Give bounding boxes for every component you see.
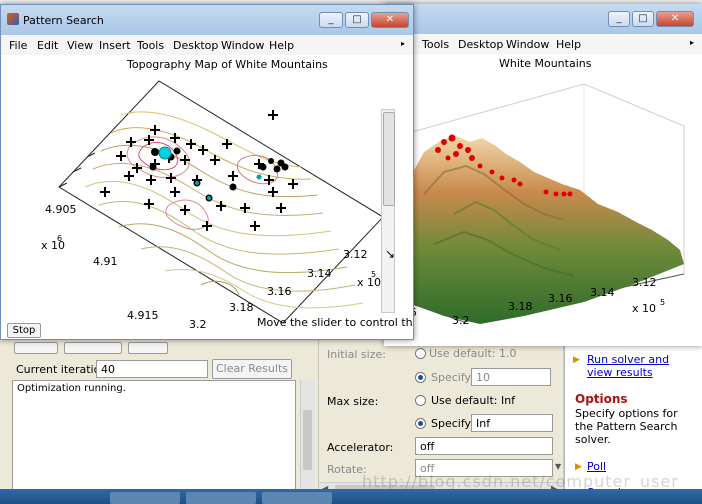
initial-specify-radio[interactable]	[415, 372, 426, 383]
stop-button[interactable]: Stop	[7, 323, 41, 338]
x-tick-label: 4.915	[127, 309, 159, 322]
pattern-search-window: Pattern Search _ □ ✕ File Edit View Inse…	[0, 4, 414, 340]
menu-dock-icon[interactable]: ▸	[401, 39, 405, 48]
menu-edit[interactable]: Edit	[37, 39, 58, 52]
x-tick-label: 3.2	[452, 314, 470, 327]
y-tick-label: 3.14	[307, 267, 332, 280]
chevron-down-icon[interactable]: ▼	[555, 462, 561, 471]
title-bar[interactable]: _ □ ✕	[384, 4, 702, 34]
menu-bar: File Edit View Insert Tools Desktop Wind…	[1, 35, 413, 56]
options-heading: Options	[575, 392, 628, 406]
status-text: Optimization running.	[17, 383, 126, 394]
title-bar[interactable]: Pattern Search _ □ ✕	[1, 5, 413, 35]
poll-arrow-icon: ▶	[575, 462, 582, 472]
pause-button-partial[interactable]	[64, 342, 122, 354]
menu-dock-icon[interactable]: ▸	[690, 38, 694, 47]
menu-view[interactable]: View	[67, 39, 93, 52]
maximize-icon[interactable]: □	[345, 12, 369, 28]
y-tick-label: 3.2	[189, 318, 207, 331]
initial-specify-field[interactable]: 10	[471, 368, 551, 386]
stop-button-partial[interactable]	[128, 342, 168, 354]
menu-bar: Tools Desktop Window Help ▸	[384, 34, 702, 55]
plot-title: Topography Map of White Mountains	[126, 58, 328, 71]
y-tick-label: 3.18	[229, 301, 254, 314]
current-point-marker	[158, 146, 172, 160]
speed-slider-thumb[interactable]	[383, 112, 395, 206]
menu-file[interactable]: File	[9, 39, 27, 52]
max-default-radio[interactable]	[415, 395, 426, 406]
menu-window[interactable]: Window	[221, 39, 264, 52]
initial-default-radio[interactable]	[415, 348, 426, 359]
menu-insert[interactable]: Insert	[99, 39, 131, 52]
y-tick-label: 3.12	[343, 248, 368, 261]
optimization-tool-panel: Current iteration: 40 Clear Results Opti…	[0, 340, 702, 504]
x-exponent-power: 5	[660, 298, 665, 307]
initial-specify-label: Specify:	[431, 371, 474, 384]
status-scrollbar[interactable]	[300, 380, 315, 500]
x-tick-label: 3.18	[508, 300, 533, 313]
y-exponent-power: 5	[371, 270, 376, 279]
x-exponent-base: x 10	[632, 302, 656, 315]
rotate-label: Rotate:	[327, 463, 367, 476]
menu-tools[interactable]: Tools	[137, 39, 164, 52]
accelerator-label: Accelerator:	[327, 441, 394, 454]
clear-results-button[interactable]: Clear Results	[212, 359, 292, 379]
maximize-icon[interactable]: □	[632, 11, 654, 27]
slider-hint-text: Move the slider to control the spe	[257, 316, 413, 329]
status-scroll-thumb[interactable]	[303, 410, 312, 470]
menu-window[interactable]: Window	[506, 38, 549, 51]
max-specify-field[interactable]: Inf	[471, 414, 553, 432]
max-default-label: Use default: Inf	[431, 394, 516, 407]
accelerator-select[interactable]: off	[415, 437, 553, 455]
x-tick-label: 4.91	[93, 255, 118, 268]
taskbar-item-3[interactable]	[262, 492, 332, 504]
options-description: Specify options for the Pattern Search s…	[575, 407, 678, 446]
speed-slider[interactable]	[381, 109, 395, 313]
mouse-cursor-icon: ↘	[385, 247, 396, 261]
minimize-icon[interactable]: _	[608, 11, 630, 27]
start-button-partial[interactable]	[14, 342, 58, 354]
max-specify-radio[interactable]	[415, 418, 426, 429]
topography-plot: Topography Map of White Mountains 4.905 …	[1, 55, 413, 339]
close-icon[interactable]: ✕	[371, 12, 409, 28]
x-tick-label: 3.16	[548, 292, 573, 305]
max-size-label: Max size:	[327, 395, 379, 408]
close-icon[interactable]: ✕	[656, 11, 694, 27]
x-tick-label: 3.14	[590, 286, 615, 299]
matlab-logo-icon	[7, 13, 19, 25]
y-exponent-base: x 10	[357, 276, 381, 289]
taskbar-item-2[interactable]	[186, 492, 256, 504]
y-tick-label: 3.16	[267, 285, 292, 298]
surface-plot-title: White Mountains	[499, 57, 592, 70]
x-exponent-power: 6	[57, 234, 62, 243]
x-tick-label: 3.12	[632, 276, 657, 289]
menu-help[interactable]: Help	[556, 38, 581, 51]
taskbar	[0, 489, 702, 504]
status-text-area: Optimization running.	[12, 380, 296, 500]
current-iteration-field: 40	[96, 360, 208, 378]
menu-desktop[interactable]: Desktop	[458, 38, 503, 51]
run-solver-link[interactable]: Run solver and view results	[587, 353, 697, 379]
menu-tools[interactable]: Tools	[422, 38, 449, 51]
max-specify-label: Specify:	[431, 417, 474, 430]
run-arrow-icon: ▶	[573, 355, 580, 365]
x-tick-label: 4.905	[45, 203, 77, 216]
white-mountains-window: _ □ ✕ Tools Desktop Window Help ▸ White …	[384, 4, 702, 346]
minimize-icon[interactable]: _	[319, 12, 343, 28]
menu-help[interactable]: Help	[269, 39, 294, 52]
initial-default-label: Use default: 1.0	[429, 347, 517, 360]
menu-desktop[interactable]: Desktop	[173, 39, 218, 52]
results-pane: Current iteration: 40 Clear Results Opti…	[0, 340, 318, 504]
window-title: Pattern Search	[23, 14, 104, 27]
initial-size-label: Initial size:	[327, 348, 386, 361]
taskbar-item-1[interactable]	[110, 492, 180, 504]
white-mountains-surface-plot: White Mountains 915 3.2 3.18 3.16 3.14 3…	[384, 54, 702, 346]
